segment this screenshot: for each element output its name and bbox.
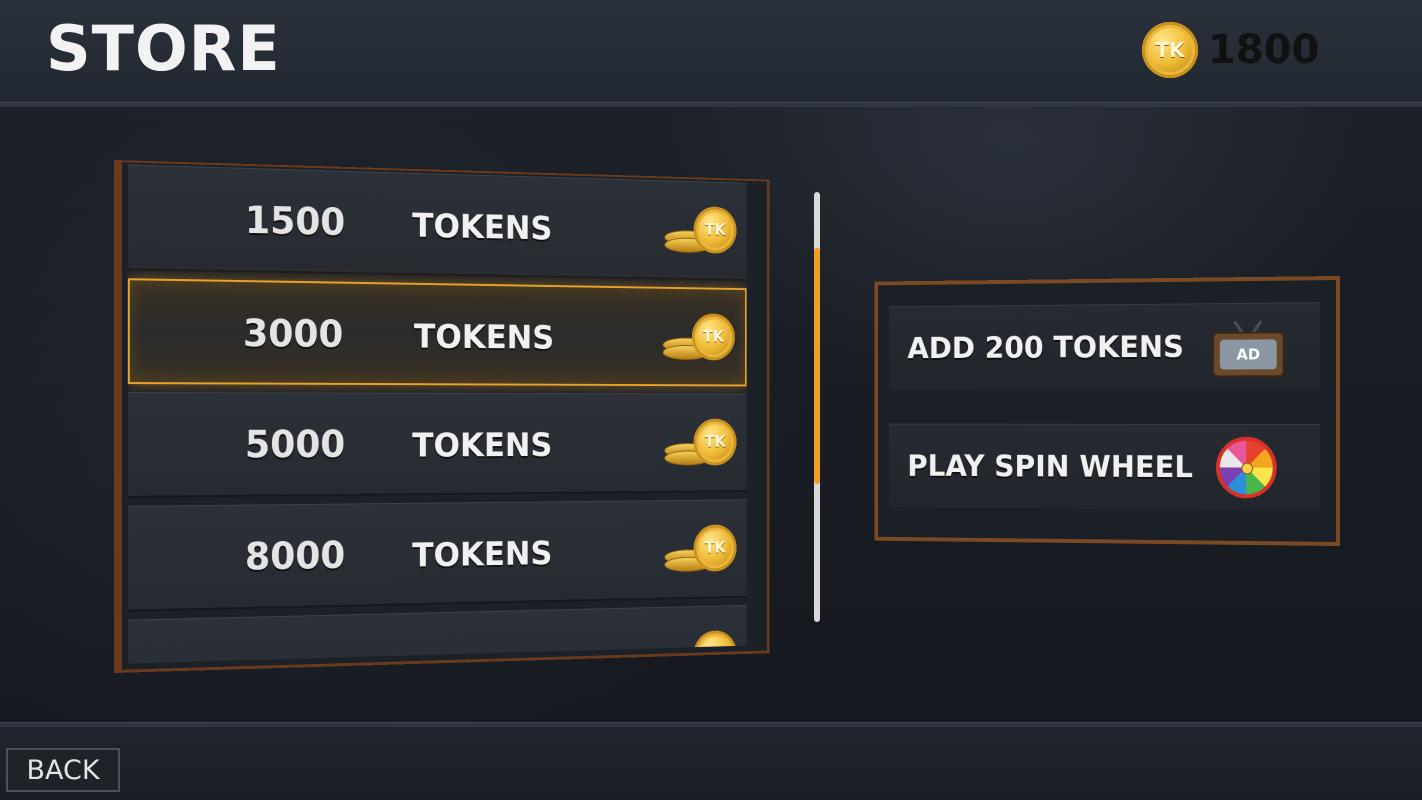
header-divider: [0, 102, 1422, 107]
store-screen: STORE TK 1800 1500 TOKENS TK 3000 TOKENS…: [0, 0, 1422, 800]
tv-ad-text: AD: [1219, 339, 1277, 370]
free-tokens-panel: ADD 200 TOKENS AD PLAY SPIN WHEEL: [874, 275, 1340, 552]
add-tokens-label: ADD 200 TOKENS: [907, 330, 1184, 366]
token-pack-label: TOKENS: [412, 534, 553, 576]
spin-wheel-icon: [1215, 436, 1277, 499]
token-pack-8000[interactable]: 8000 TOKENS TK: [127, 499, 747, 612]
footer-bar: [0, 727, 1422, 800]
coin-stack-icon: TK: [662, 313, 735, 366]
token-pack-label: TOKENS: [414, 317, 555, 358]
token-balance-amount: 1800: [1208, 27, 1320, 73]
tv-ad-icon: AD: [1212, 319, 1285, 378]
back-button[interactable]: BACK: [6, 748, 120, 792]
token-packs-panel: 1500 TOKENS TK 3000 TOKENS TK 5000 TOKEN…: [114, 160, 770, 673]
token-pack-3000[interactable]: 3000 TOKENS TK: [127, 278, 747, 387]
coin-stack-icon: TK: [664, 206, 737, 260]
token-pack-amount: 1500: [244, 198, 346, 244]
token-pack-1500[interactable]: 1500 TOKENS TK: [127, 164, 747, 281]
add-200-tokens-button[interactable]: ADD 200 TOKENS AD: [888, 302, 1321, 390]
coin-stack-icon: TK: [664, 524, 737, 577]
coin-stack-icon: TK: [664, 418, 737, 471]
play-spin-wheel-button[interactable]: PLAY SPIN WHEEL: [888, 423, 1321, 511]
token-pack-amount: 8000: [244, 533, 346, 579]
token-packs-list[interactable]: 1500 TOKENS TK 3000 TOKENS TK 5000 TOKEN…: [127, 164, 747, 664]
token-pack-amount: 5000: [244, 422, 346, 467]
page-title: STORE: [46, 12, 281, 85]
token-pack-amount: 3000: [242, 311, 344, 356]
token-coin-icon: TK: [1142, 22, 1198, 78]
scrollbar-thumb[interactable]: [814, 248, 820, 484]
token-pack-5000[interactable]: 5000 TOKENS TK: [127, 392, 747, 498]
spin-wheel-label: PLAY SPIN WHEEL: [907, 449, 1193, 486]
token-balance: TK 1800: [1142, 22, 1319, 78]
token-pack-label: TOKENS: [412, 426, 553, 466]
token-pack-label: TOKENS: [412, 206, 553, 249]
